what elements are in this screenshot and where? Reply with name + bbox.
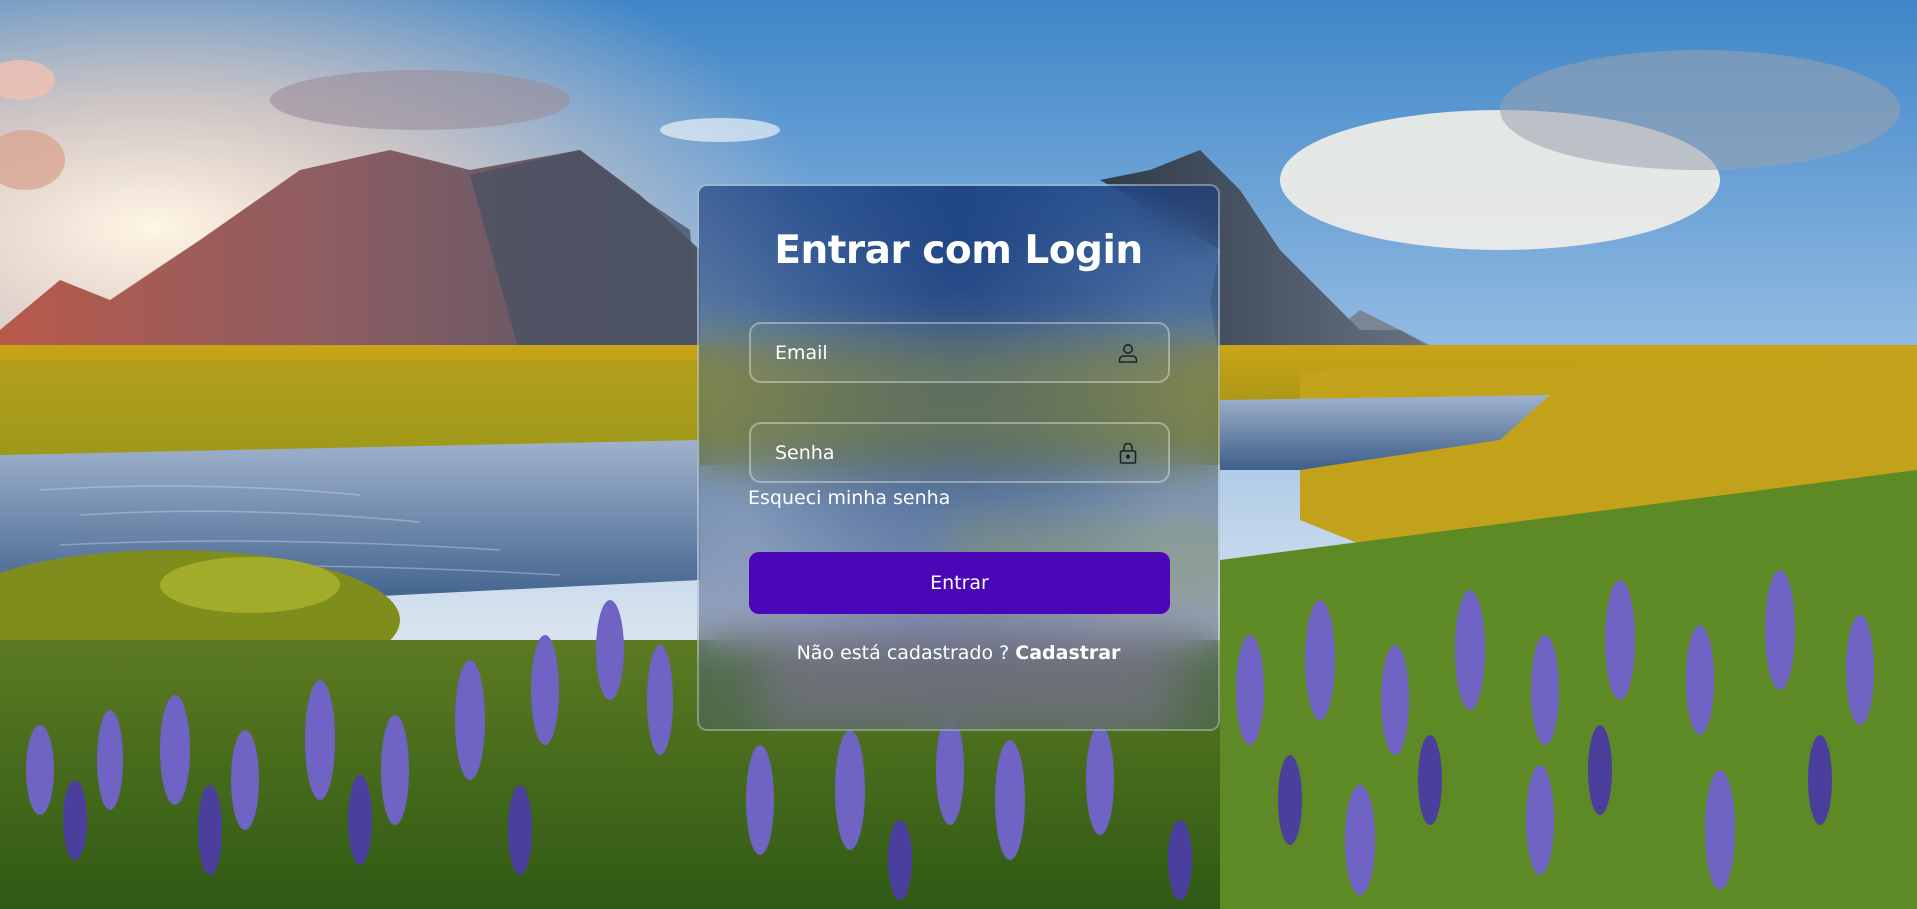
lock-icon	[1116, 441, 1140, 465]
register-prompt: Não está cadastrado ? Cadastrar	[699, 642, 1218, 664]
login-title: Entrar com Login	[774, 228, 1143, 273]
register-link[interactable]: Cadastrar	[1015, 642, 1120, 664]
register-prompt-text: Não está cadastrado ?	[796, 642, 1016, 664]
user-icon	[1116, 341, 1140, 365]
email-field	[749, 322, 1170, 383]
password-input[interactable]	[751, 424, 1168, 481]
login-card: Entrar com Login Esqueci minha senha	[697, 184, 1220, 731]
password-field	[749, 422, 1170, 483]
email-input[interactable]	[751, 324, 1168, 381]
forgot-password-link[interactable]: Esqueci minha senha	[748, 487, 950, 509]
login-button[interactable]: Entrar	[749, 552, 1170, 614]
